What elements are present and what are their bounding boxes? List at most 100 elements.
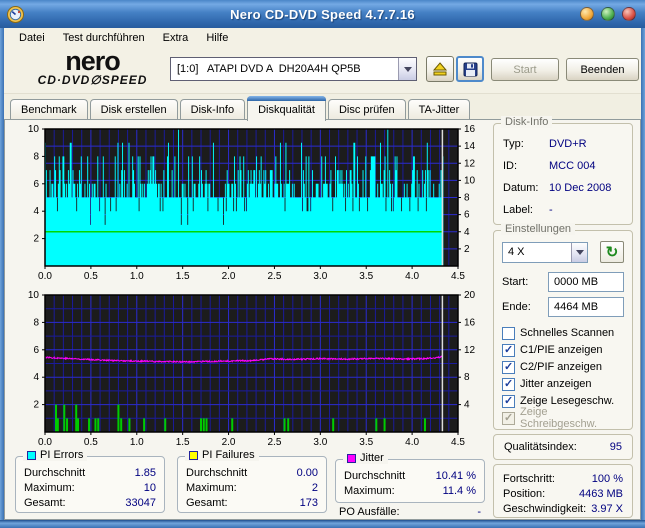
- checkbox-icon: [502, 343, 515, 357]
- app-window: Nero CD-DVD Speed 4.7.7.16 Datei Test du…: [0, 0, 645, 528]
- svg-text:8: 8: [33, 151, 39, 162]
- pi-errors-panel: PI Errors Durchschnitt 1.85 Maximum: 10 Ge…: [15, 449, 165, 513]
- tab-diskqualitaet[interactable]: Diskqualität: [247, 96, 326, 121]
- disk-info-row: Label: -: [503, 204, 553, 216]
- svg-text:2.0: 2.0: [222, 271, 236, 282]
- progress-row: Position: 4463 MB: [503, 488, 623, 500]
- svg-text:8: 8: [464, 193, 470, 204]
- nero-logo: nero CD·DVD∅SPEED: [20, 46, 165, 87]
- checkbox-icon: [502, 394, 515, 408]
- start-field[interactable]: [548, 272, 624, 292]
- stat-row: Gesamt: 173: [186, 497, 318, 509]
- quality-index-label: Qualitätsindex:: [504, 441, 577, 453]
- drive-select-value: [1:0] ATAPI DVD A DH20A4H QP5B: [177, 63, 361, 75]
- svg-text:8: 8: [33, 317, 39, 328]
- speed-select[interactable]: 4 X: [502, 241, 589, 263]
- progress-row: Fortschritt: 100 %: [503, 473, 623, 485]
- chevron-down-icon: [575, 249, 584, 255]
- svg-text:10: 10: [464, 175, 476, 186]
- speed-select-arrow[interactable]: [571, 242, 588, 262]
- svg-text:2.5: 2.5: [267, 271, 281, 282]
- tab-benchmark[interactable]: Benchmark: [10, 99, 88, 120]
- close-button[interactable]: [622, 7, 636, 21]
- svg-text:4.5: 4.5: [451, 437, 465, 448]
- svg-text:2: 2: [33, 234, 39, 245]
- svg-text:12: 12: [464, 345, 476, 356]
- progress-panel: Fortschritt: 100 % Position: 4463 MB Gesch…: [493, 464, 633, 518]
- svg-text:14: 14: [464, 141, 476, 152]
- svg-text:6: 6: [33, 179, 39, 190]
- pi-failures-title: PI Failures: [202, 449, 255, 461]
- window-title: Nero CD-DVD Speed 4.7.7.16: [230, 6, 415, 22]
- svg-text:0.0: 0.0: [38, 271, 52, 282]
- speed-select-value: 4 X: [508, 246, 525, 258]
- end-field-label: Ende:: [502, 301, 531, 313]
- refresh-button[interactable]: ↻: [600, 241, 624, 263]
- diskqualitaet-page: 2 4 6 8 10 2 4 6 8 10 12 14 16 0.0 0.5 1.0 1.5 2.0 2.5 3.0 3…: [4, 116, 641, 520]
- svg-text:4: 4: [464, 227, 470, 238]
- disk-info-title: Disk-Info: [501, 116, 553, 128]
- end-field[interactable]: [548, 297, 624, 317]
- svg-text:8: 8: [464, 372, 470, 383]
- svg-text:4.0: 4.0: [405, 437, 419, 448]
- jitter-legend-swatch: [347, 453, 356, 463]
- maximize-button[interactable]: [601, 7, 615, 21]
- settings-panel: Einstellungen 4 X ↻ Start: Ende:: [493, 223, 633, 455]
- nero-logo-brand: nero: [65, 46, 121, 76]
- po-failures-label: PO Ausfälle:: [339, 506, 400, 518]
- menu-extra[interactable]: Extra: [154, 30, 198, 46]
- tab-disk-erstellen[interactable]: Disk erstellen: [89, 99, 178, 120]
- checkbox-c1-pie-anzeigen[interactable]: C1/PIE anzeigen: [502, 342, 624, 358]
- svg-text:2: 2: [464, 244, 470, 255]
- stat-row: Maximum: 2: [186, 482, 318, 494]
- svg-text:10: 10: [28, 124, 40, 135]
- drive-select[interactable]: [1:0] ATAPI DVD A DH20A4H QP5B: [170, 57, 417, 81]
- svg-text:0.5: 0.5: [84, 271, 98, 282]
- jitter-title: Jitter: [360, 452, 384, 464]
- svg-text:3.5: 3.5: [359, 437, 373, 448]
- eject-icon: [432, 62, 448, 76]
- svg-text:6: 6: [464, 210, 470, 221]
- drive-select-arrow[interactable]: [398, 58, 416, 80]
- pi-errors-legend-swatch: [27, 450, 36, 460]
- menu-test-durchfuehren[interactable]: Test durchführen: [54, 30, 154, 46]
- save-button[interactable]: [456, 56, 484, 82]
- menu-hilfe[interactable]: Hilfe: [197, 30, 237, 46]
- tab-ta-jitter[interactable]: TA-Jitter: [407, 99, 471, 120]
- settings-title: Einstellungen: [501, 223, 576, 235]
- svg-text:1.5: 1.5: [176, 271, 190, 282]
- checkbox-jitter-anzeigen[interactable]: Jitter anzeigen: [502, 376, 624, 392]
- checkbox-icon: [502, 360, 515, 374]
- disk-info-panel: Disk-Info Typ: DVD+R ID: MCC 004 Datum: 10 …: [493, 116, 633, 225]
- svg-text:2.0: 2.0: [222, 437, 236, 448]
- eject-button[interactable]: [426, 56, 454, 82]
- disk-info-row: Datum: 10 Dec 2008: [503, 182, 612, 194]
- po-failures-row: PO Ausfälle: -: [339, 506, 481, 518]
- checkbox-icon: [502, 411, 515, 425]
- svg-text:16: 16: [464, 124, 476, 135]
- svg-text:4: 4: [464, 400, 470, 411]
- svg-text:1.0: 1.0: [130, 437, 144, 448]
- svg-text:4: 4: [33, 206, 39, 217]
- menu-datei[interactable]: Datei: [10, 30, 54, 46]
- tab-disc-pruefen[interactable]: Disc prüfen: [327, 99, 406, 120]
- svg-text:16: 16: [464, 317, 476, 328]
- svg-text:3.0: 3.0: [313, 271, 327, 282]
- svg-text:4: 4: [33, 372, 39, 383]
- title-bar: Nero CD-DVD Speed 4.7.7.16: [0, 0, 645, 28]
- svg-text:0.5: 0.5: [84, 437, 98, 448]
- start-button[interactable]: Start: [491, 58, 559, 81]
- pi-errors-chart: 2 4 6 8 10 2 4 6 8 10 12 14 16 0.0 0.5 1.0 1.5 2.0 2.5 3.0 3…: [28, 124, 476, 282]
- pi-failures-jitter-chart: 2 4 6 8 10 4 8 12 16 20 0.0 0.5 1.0 1.5 2.0 2.5 3.0 3.5 4.…: [28, 290, 476, 448]
- stat-row: Gesamt: 33047: [24, 497, 156, 509]
- checkbox-schnelles-scannen[interactable]: Schnelles Scannen: [502, 325, 624, 341]
- checkbox-c2-pif-anzeigen[interactable]: C2/PIF anzeigen: [502, 359, 624, 375]
- svg-text:2.5: 2.5: [267, 437, 281, 448]
- svg-text:2: 2: [33, 400, 39, 411]
- window-border-bottom: [0, 520, 645, 528]
- quality-index-panel: Qualitätsindex: 95: [493, 434, 633, 460]
- tab-disk-info[interactable]: Disk-Info: [179, 99, 246, 120]
- quit-button[interactable]: Beenden: [566, 58, 639, 81]
- po-failures-value: -: [477, 506, 481, 518]
- minimize-button[interactable]: [580, 7, 594, 21]
